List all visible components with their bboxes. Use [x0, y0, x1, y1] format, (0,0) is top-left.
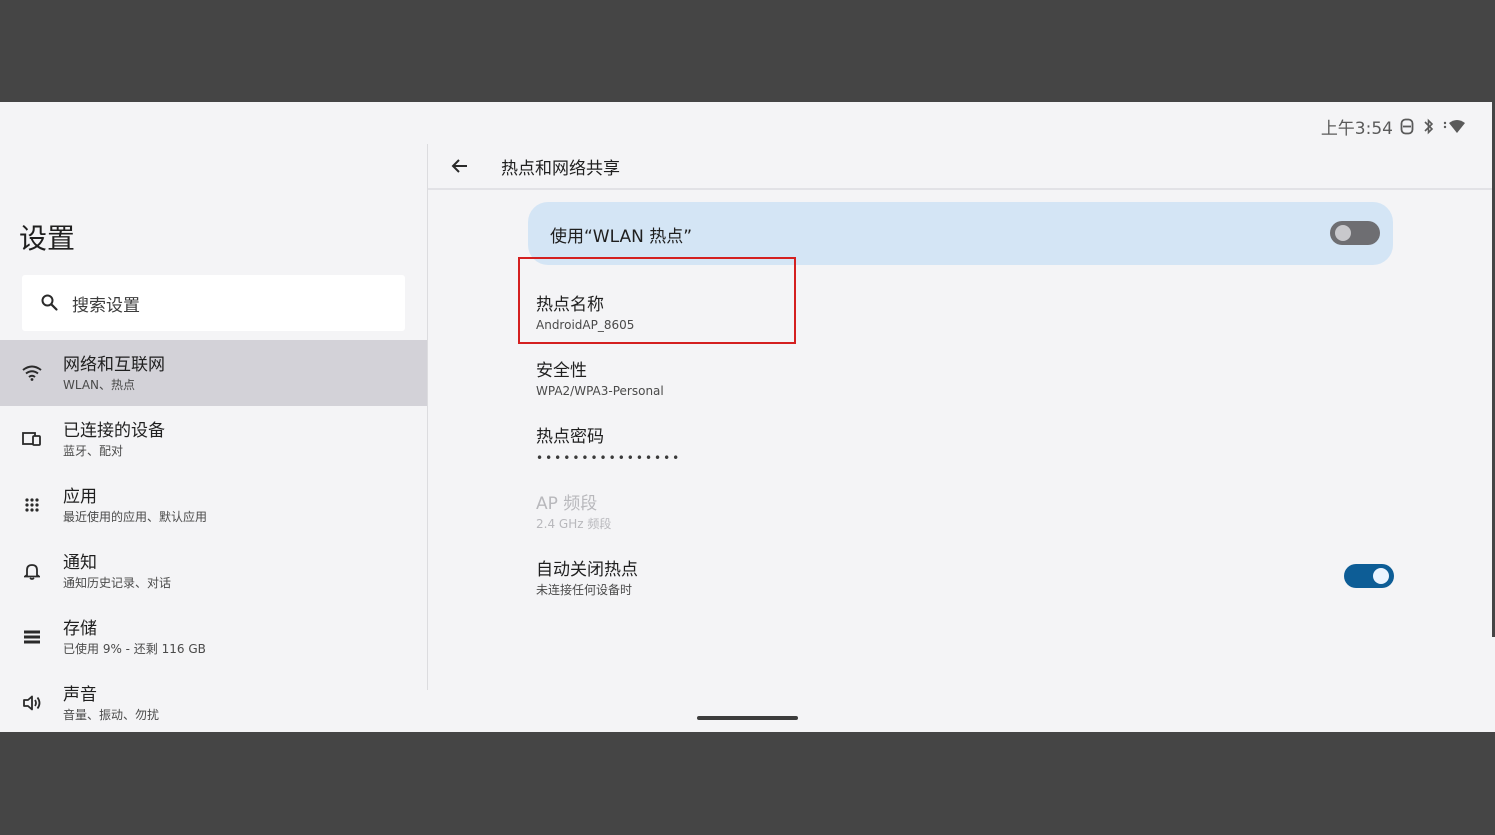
- detail-header: 热点和网络共享: [428, 144, 1495, 190]
- search-icon: [40, 293, 60, 313]
- sidebar-item-title: 已连接的设备: [63, 421, 165, 441]
- pref-summary: 2.4 GHz 频段: [536, 517, 612, 531]
- pref-security[interactable]: 安全性 WPA2/WPA3-Personal: [536, 360, 664, 399]
- wifi-signal-icon: [1443, 118, 1467, 136]
- password-mask: ••••••••••••••••: [536, 451, 682, 465]
- sidebar-item-title: 存储: [63, 619, 97, 639]
- highlight-box: [518, 257, 796, 344]
- pref-title: 安全性: [536, 361, 587, 381]
- sidebar-item-notifications[interactable]: 通知 通知历史记录、对话: [0, 538, 427, 604]
- pref-summary: 未连接任何设备时: [536, 583, 633, 597]
- pref-summary: WPA2/WPA3-Personal: [536, 384, 664, 398]
- page-title: 设置: [19, 222, 76, 255]
- back-arrow-icon[interactable]: [450, 156, 470, 176]
- sidebar-item-connected-devices[interactable]: 已连接的设备 蓝牙、配对: [0, 406, 427, 472]
- pref-title: AP 频段: [536, 494, 598, 514]
- sidebar-item-subtitle: WLAN、热点: [63, 378, 136, 392]
- settings-sidebar: 设置 搜索设置 网络和互联网 WLAN、热点 已连接的设备 蓝牙、配对 应用 最…: [0, 102, 427, 732]
- apps-grid-icon: [22, 495, 42, 515]
- settings-screen: 上午3:54 设置 搜索设置 网络和互联网 WLAN、热点 已连接的设备 蓝牙、…: [0, 102, 1495, 732]
- data-saver-icon: [1399, 118, 1415, 136]
- gesture-home-bar[interactable]: [697, 716, 798, 720]
- sidebar-item-subtitle: 蓝牙、配对: [63, 444, 124, 458]
- sidebar-item-title: 网络和互联网: [63, 355, 165, 375]
- status-time: 上午3:54: [1320, 119, 1393, 139]
- wifi-icon: [22, 363, 42, 383]
- sidebar-item-apps[interactable]: 应用 最近使用的应用、默认应用: [0, 472, 427, 538]
- settings-nav: 网络和互联网 WLAN、热点 已连接的设备 蓝牙、配对 应用 最近使用的应用、默…: [0, 340, 427, 732]
- pref-auto-turn-off[interactable]: 自动关闭热点 未连接任何设备时: [536, 559, 638, 598]
- master-switch-label: 使用“WLAN 热点”: [550, 227, 693, 247]
- search-input[interactable]: 搜索设置: [22, 275, 405, 331]
- sidebar-item-subtitle: 已使用 9% - 还剩 116 GB: [63, 642, 206, 656]
- pref-title: 热点密码: [536, 427, 604, 447]
- sidebar-item-network[interactable]: 网络和互联网 WLAN、热点: [0, 340, 427, 406]
- devices-icon: [22, 429, 42, 449]
- status-bar: 上午3:54: [1321, 114, 1467, 139]
- sidebar-item-title: 声音: [63, 685, 97, 705]
- pref-ap-band: AP 频段 2.4 GHz 频段: [536, 493, 611, 532]
- hotspot-toggle[interactable]: [1330, 221, 1380, 245]
- sidebar-item-storage[interactable]: 存储 已使用 9% - 还剩 116 GB: [0, 604, 427, 670]
- auto-off-toggle[interactable]: [1344, 564, 1394, 588]
- hotspot-master-switch-row[interactable]: 使用“WLAN 热点”: [528, 202, 1393, 265]
- sidebar-item-subtitle: 通知历史记录、对话: [63, 576, 172, 590]
- detail-title: 热点和网络共享: [501, 159, 620, 179]
- sidebar-item-title: 通知: [63, 553, 97, 573]
- pane-divider: [427, 144, 428, 690]
- sidebar-item-title: 应用: [63, 487, 97, 507]
- toggle-knob: [1373, 568, 1389, 584]
- volume-icon: [22, 693, 42, 713]
- storage-icon: [22, 627, 42, 647]
- pref-title: 自动关闭热点: [536, 560, 638, 580]
- sidebar-item-subtitle: 音量、振动、勿扰: [63, 708, 160, 722]
- bluetooth-icon: [1421, 118, 1437, 136]
- pref-hotspot-password[interactable]: 热点密码 ••••••••••••••••: [536, 426, 681, 466]
- toggle-knob: [1335, 225, 1351, 241]
- search-placeholder: 搜索设置: [72, 295, 140, 316]
- sidebar-item-sound[interactable]: 声音 音量、振动、勿扰: [0, 670, 427, 732]
- bell-icon: [22, 561, 42, 581]
- sidebar-item-subtitle: 最近使用的应用、默认应用: [63, 510, 208, 524]
